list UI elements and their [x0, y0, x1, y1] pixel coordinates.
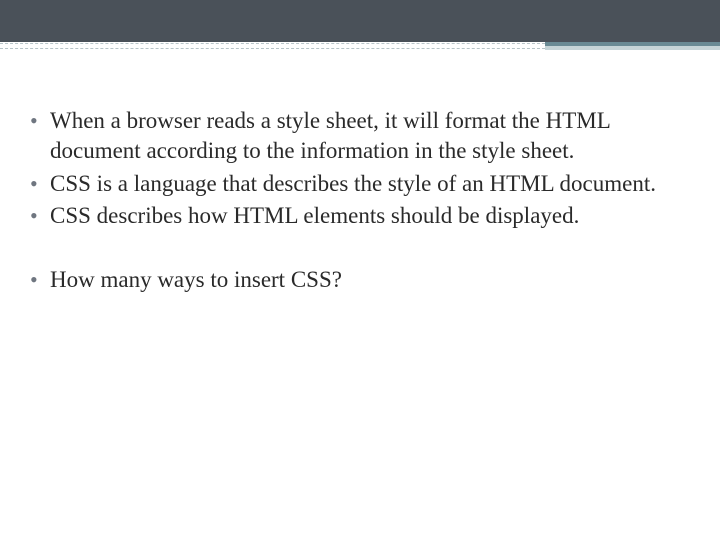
list-item: CSS describes how HTML elements should b… [28, 201, 692, 231]
bullet-list: When a browser reads a style sheet, it w… [28, 106, 692, 296]
slide-accent-row [0, 42, 720, 50]
accent-dashes [0, 43, 545, 49]
list-item: How many ways to insert CSS? [28, 265, 692, 295]
list-item: When a browser reads a style sheet, it w… [28, 106, 692, 167]
accent-solid [545, 42, 720, 50]
list-item: CSS is a language that describes the sty… [28, 169, 692, 199]
slide-content: When a browser reads a style sheet, it w… [0, 50, 720, 296]
slide-header-band [0, 0, 720, 42]
list-spacer [28, 233, 692, 263]
